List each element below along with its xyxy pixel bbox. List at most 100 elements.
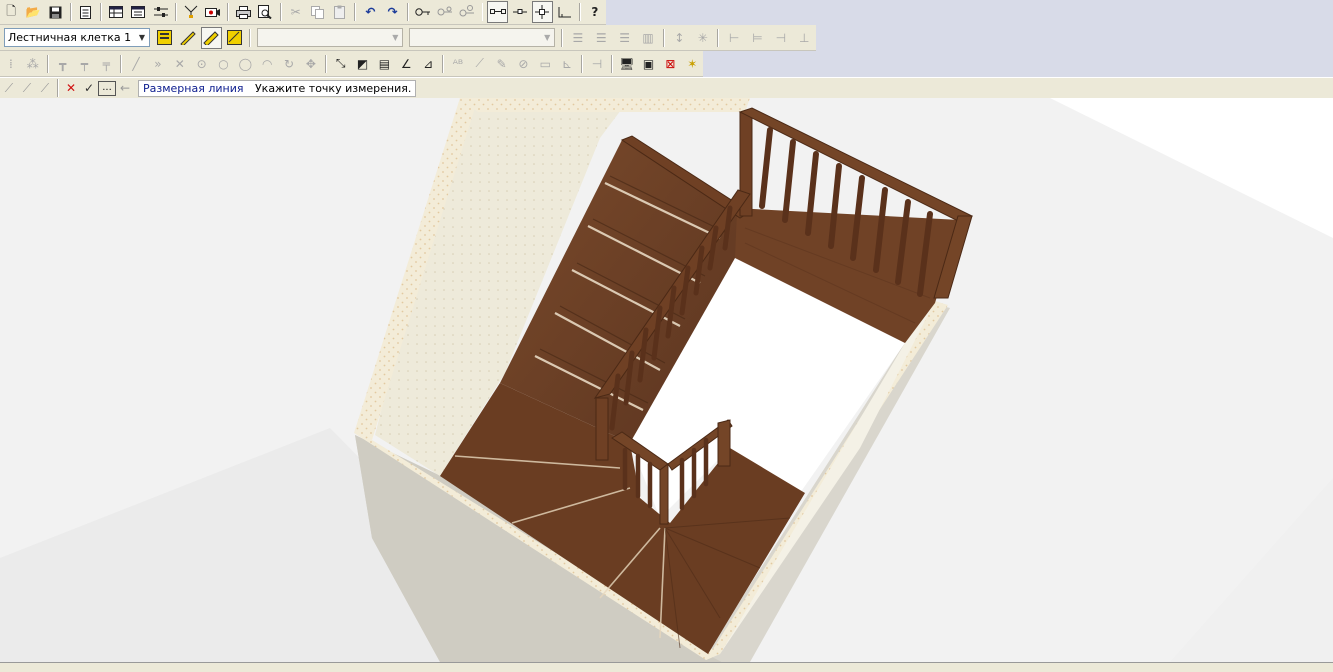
view-export-icon[interactable]: ▣ <box>639 53 659 75</box>
toolbar-separator <box>581 54 584 73</box>
toolbar-separator <box>46 54 49 73</box>
snap-link-icon[interactable] <box>487 1 508 23</box>
view-refresh-icon[interactable]: 🖥 <box>617 53 637 75</box>
circle-center-icon[interactable]: ⊙ <box>192 53 212 75</box>
move-icon[interactable]: ✥ <box>301 53 321 75</box>
align-edge-center-icon[interactable]: ⊨ <box>747 27 768 49</box>
drawing-toolbar: ⁞ ⁂ ┳ ┯ ╤ ╱ » ✕ ⊙ ○ ◯ ◠ ↻ ✥ ⤡ ◩ ▤ ∠ ⊿ ᴬᴮ… <box>0 51 703 77</box>
key-group-icon[interactable] <box>457 1 477 23</box>
toolbar-separator <box>324 54 327 73</box>
3d-viewport[interactable] <box>0 98 1333 662</box>
filter-tools-icon[interactable] <box>181 1 201 23</box>
key-settings-icon[interactable] <box>435 1 455 23</box>
stair-tool-icon[interactable]: ▤ <box>374 53 394 75</box>
application-chrome: 🗋 📂 ✂ ↶ ↷ ? Лестничная клетка 1 ▼ ▼ ▼ ☰ … <box>0 0 1333 99</box>
back-arrow-icon[interactable]: ← <box>116 80 134 97</box>
toolbar-separator <box>120 54 123 73</box>
arc-icon[interactable]: ◠ <box>257 53 277 75</box>
toolbar-separator <box>57 79 59 97</box>
more-options-button[interactable]: ... <box>98 80 116 96</box>
align-left-icon[interactable]: ☰ <box>567 27 588 49</box>
toolbar-separator <box>610 54 613 73</box>
align-edge-right-icon[interactable]: ⊣ <box>770 27 791 49</box>
rect-edit-icon[interactable]: ▭ <box>535 53 555 75</box>
angle-snap-icon[interactable]: ⟋ <box>18 80 36 97</box>
rotate-icon[interactable]: ↻ <box>279 53 299 75</box>
double-arrow-icon[interactable]: » <box>148 53 168 75</box>
distribute-columns-icon[interactable]: ▥ <box>637 27 658 49</box>
cancel-icon[interactable]: ✕ <box>62 80 80 97</box>
new-file-icon[interactable]: 🗋 <box>1 1 21 23</box>
standard-toolbar: 🗋 📂 ✂ ↶ ↷ ? <box>0 0 606 25</box>
chevron-down-icon[interactable]: ▼ <box>388 29 402 46</box>
spacing-vertical-icon[interactable]: ↕ <box>669 27 690 49</box>
print-preview-icon[interactable] <box>255 1 275 23</box>
no-entry-icon[interactable]: ⊘ <box>514 53 534 75</box>
toolbar-separator <box>174 3 177 21</box>
align-center-icon[interactable]: ☰ <box>591 27 612 49</box>
confirm-icon[interactable]: ✓ <box>80 80 98 97</box>
slope-icon[interactable]: ⟋ <box>470 53 490 75</box>
properties-icon[interactable] <box>76 1 96 23</box>
column-insert-icon[interactable]: ┳ <box>53 53 73 75</box>
line-icon[interactable]: ╱ <box>126 53 146 75</box>
spacing-cross-icon[interactable]: ✳ <box>692 27 713 49</box>
toolbar-separator <box>249 28 252 47</box>
dimension-line-icon[interactable]: ⤡ <box>331 53 351 75</box>
line-style-select[interactable]: ▼ <box>257 28 404 47</box>
layer-properties-icon[interactable] <box>154 27 175 49</box>
undo-icon[interactable]: ↶ <box>360 1 380 23</box>
chevron-down-icon[interactable]: ▼ <box>540 29 554 46</box>
circle-radius-icon[interactable]: ◯ <box>235 53 255 75</box>
open-folder-icon[interactable]: 📂 <box>23 1 43 23</box>
toolbar-separator <box>662 28 665 47</box>
column-block-icon[interactable]: ╤ <box>96 53 116 75</box>
table-list-icon[interactable] <box>128 1 148 23</box>
print-icon[interactable] <box>233 1 253 23</box>
color-select[interactable]: ▼ <box>409 28 556 47</box>
chevron-down-icon[interactable]: ▼ <box>135 29 149 46</box>
snap-crosshair-icon[interactable] <box>532 1 553 23</box>
layer-edit-icon[interactable] <box>177 27 198 49</box>
cross-icon[interactable]: ✕ <box>170 53 190 75</box>
staircase-3d-render <box>0 98 1333 662</box>
angle-dim-icon[interactable]: ⊿ <box>418 53 438 75</box>
angle-tool-icon[interactable]: ∠ <box>396 53 416 75</box>
edit-line-icon[interactable]: ✎ <box>492 53 512 75</box>
status-prompt-text: Укажите точку измерения. <box>254 81 412 95</box>
paste-icon[interactable] <box>330 1 350 23</box>
text-dim-icon[interactable]: ᴬᴮ <box>448 53 468 75</box>
grid-snap-icon[interactable]: ⁂ <box>23 53 43 75</box>
angle-mode-icon[interactable]: ⟋ <box>0 80 18 97</box>
layer-hatch-icon[interactable] <box>200 26 223 49</box>
level-mark-icon[interactable]: ⊾ <box>557 53 577 75</box>
redo-icon[interactable]: ↷ <box>383 1 403 23</box>
toolbar-separator <box>717 28 720 47</box>
view-new-icon[interactable]: ✶ <box>682 53 702 75</box>
copy-icon[interactable] <box>308 1 328 23</box>
save-disk-icon[interactable] <box>46 1 66 23</box>
toolbar-separator <box>227 3 230 21</box>
grid-dots-icon[interactable]: ⁞ <box>1 53 21 75</box>
dimension-area-icon[interactable]: ◩ <box>353 53 373 75</box>
settings-sliders-icon[interactable] <box>150 1 170 23</box>
angle-lock-icon[interactable]: ⟋ <box>36 80 54 97</box>
view-delete-icon[interactable]: ⊠ <box>661 53 681 75</box>
snap-angle-icon[interactable] <box>555 1 575 23</box>
circle-icon[interactable]: ○ <box>214 53 234 75</box>
render-view-icon[interactable] <box>203 1 223 23</box>
dimension-text-icon[interactable]: ⊣ <box>587 53 607 75</box>
snap-point-icon[interactable] <box>510 1 530 23</box>
align-right-icon[interactable]: ☰ <box>614 27 635 49</box>
toolbar-separator <box>406 3 409 21</box>
layer-fill-icon[interactable] <box>224 27 245 49</box>
table-icon[interactable] <box>106 1 126 23</box>
align-edge-bottom-icon[interactable]: ⊥ <box>794 27 815 49</box>
key-icon[interactable] <box>413 1 433 23</box>
help-icon[interactable]: ? <box>585 1 605 23</box>
cut-icon[interactable]: ✂ <box>286 1 306 23</box>
align-edge-left-icon[interactable]: ⊢ <box>723 27 744 49</box>
layer-select[interactable]: Лестничная клетка 1 ▼ <box>4 28 150 47</box>
column-tee-icon[interactable]: ┯ <box>74 53 94 75</box>
status-prompt: Размерная линия Укажите точку измерения. <box>138 79 417 97</box>
